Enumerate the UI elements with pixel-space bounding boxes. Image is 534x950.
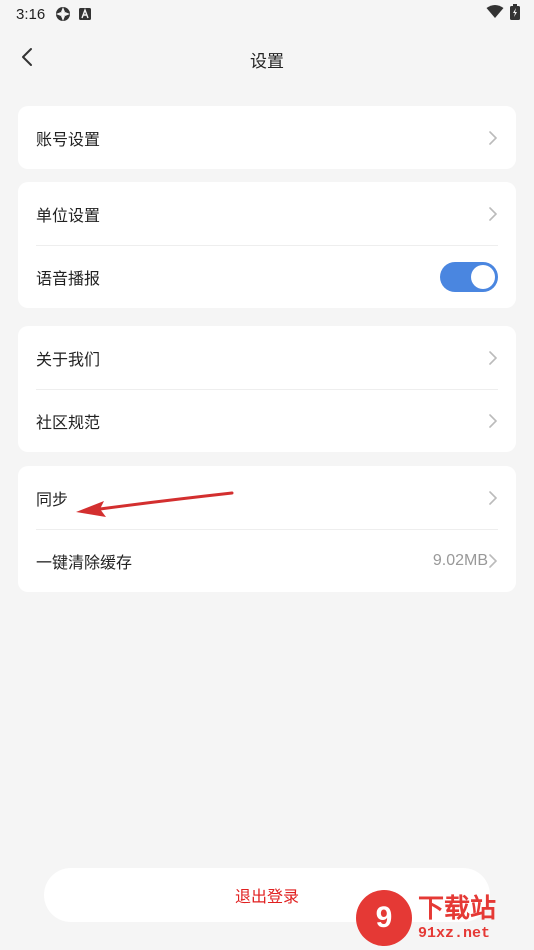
- row-label: 单位设置: [36, 205, 101, 225]
- cache-size-value: 9.02MB: [432, 552, 488, 569]
- watermark-badge: 9: [356, 890, 412, 946]
- chevron-right-icon: [488, 350, 498, 366]
- row-label: 关于我们: [36, 349, 101, 369]
- row-label: 社区规范: [36, 413, 101, 432]
- row-community-rules[interactable]: 社区规范: [36, 389, 498, 452]
- row-label: 同步: [36, 489, 69, 509]
- row-label: 账号设置: [36, 129, 101, 149]
- status-time: 3:16: [16, 5, 46, 23]
- toggle-knob: [471, 265, 495, 289]
- row-clear-cache[interactable]: 一键清除缓存 9.02MB: [36, 529, 498, 592]
- watermark-title: 下载站: [418, 893, 497, 924]
- status-bar: 3:16: [0, 0, 534, 28]
- watermark-url: 91xz.net: [418, 924, 491, 942]
- row-about-us[interactable]: 关于我们: [36, 326, 498, 389]
- chevron-right-icon: [488, 490, 498, 506]
- voice-broadcast-toggle[interactable]: [440, 262, 498, 292]
- chevron-right-icon: [488, 130, 498, 146]
- back-button[interactable]: [12, 42, 42, 76]
- settings-group-account: 账号设置: [18, 106, 516, 169]
- settings-group-about: 关于我们 社区规范: [18, 326, 516, 452]
- font-a-icon: [79, 8, 92, 20]
- wifi-icon: [486, 5, 504, 23]
- settings-group-unit: 单位设置 语音播报: [18, 182, 516, 308]
- chevron-left-icon: [21, 47, 33, 71]
- row-unit-settings[interactable]: 单位设置: [36, 182, 498, 245]
- chevron-right-icon: [488, 206, 498, 222]
- battery-icon: [510, 4, 520, 24]
- watermark-logo: 9 下载站 91xz.net: [356, 888, 530, 948]
- row-label: 一键清除缓存: [36, 553, 133, 572]
- row-account-settings[interactable]: 账号设置: [36, 106, 498, 169]
- annotation-arrow-icon: [70, 485, 240, 529]
- nav-bar: 设置: [0, 36, 534, 82]
- chevron-right-icon: [488, 553, 498, 569]
- row-label: 语音播报: [36, 269, 101, 288]
- row-voice-broadcast: 语音播报: [36, 245, 498, 308]
- gear-like-icon: [55, 6, 71, 22]
- chevron-right-icon: [488, 413, 498, 429]
- page-title: 设置: [250, 51, 284, 72]
